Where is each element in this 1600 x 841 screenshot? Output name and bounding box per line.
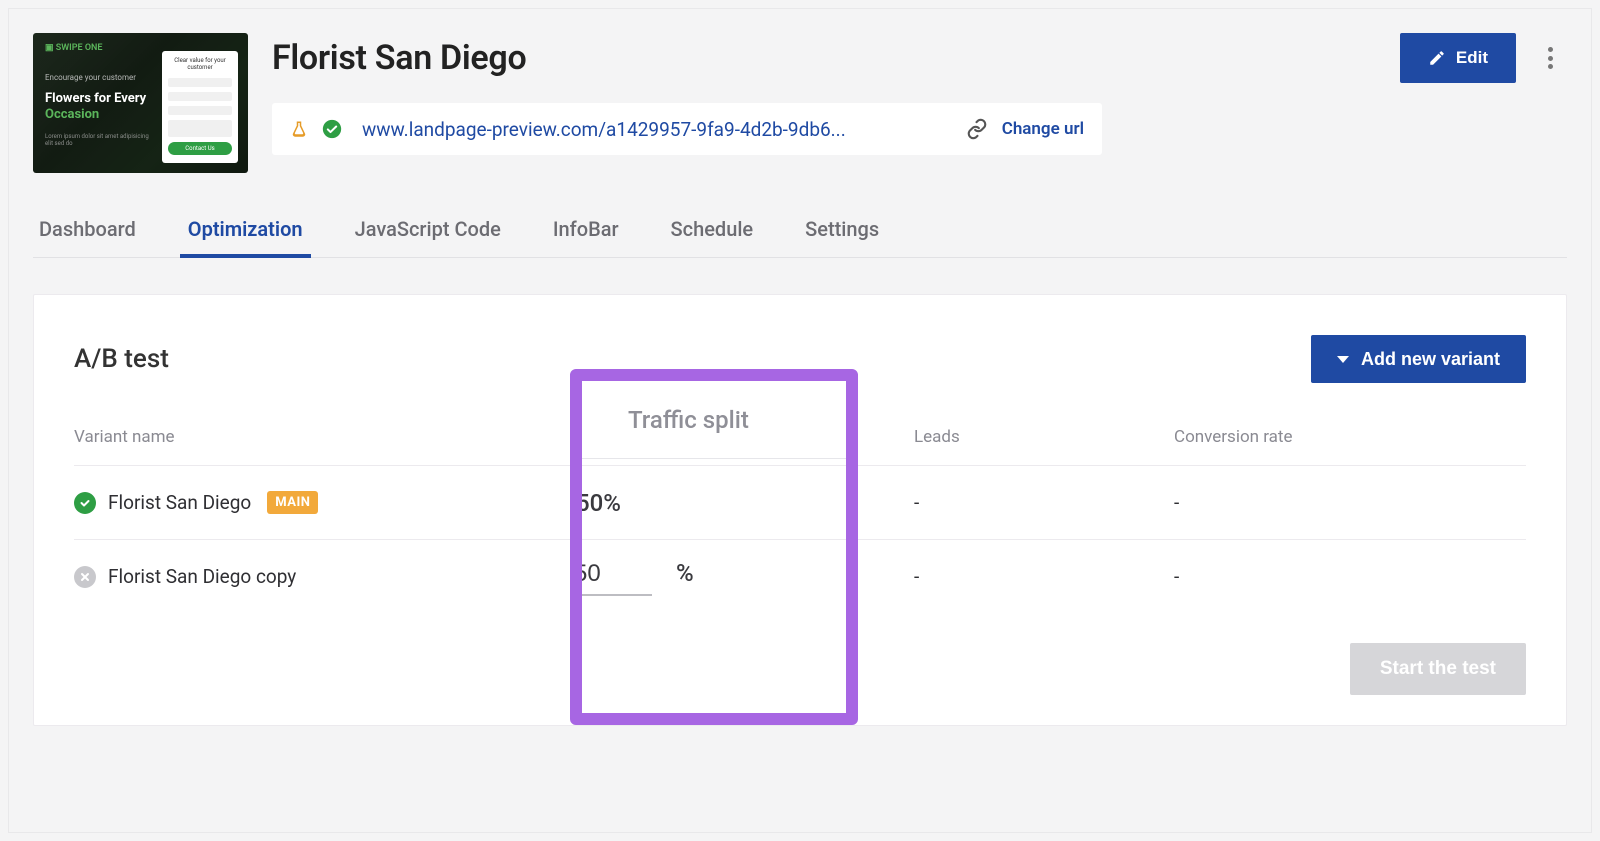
leads-value: - <box>914 491 1174 514</box>
thumb-logo: ▣ SWIPE ONE <box>45 43 102 53</box>
thumb-headline: Flowers for EveryOccasion <box>45 91 146 122</box>
table-header: Variant name Leads Conversion rate <box>74 427 1526 465</box>
start-test-button[interactable]: Start the test <box>1350 643 1526 695</box>
tab-schedule[interactable]: Schedule <box>669 205 756 257</box>
tab-javascript-code[interactable]: JavaScript Code <box>353 205 503 257</box>
panel-title: A/B test <box>74 344 169 374</box>
flask-icon <box>290 119 308 139</box>
col-variant-name: Variant name <box>74 427 514 447</box>
conversion-value: - <box>1174 491 1526 514</box>
table-row[interactable]: Florist San Diego MAIN 50% - - <box>74 465 1526 539</box>
pencil-icon <box>1428 49 1446 67</box>
page-thumbnail[interactable]: ▣ SWIPE ONE Encourage your customer Flow… <box>33 33 248 173</box>
col-conversion: Conversion rate <box>1174 427 1526 447</box>
tab-dashboard[interactable]: Dashboard <box>37 205 138 257</box>
col-leads: Leads <box>914 427 1174 447</box>
ab-test-panel: A/B test Add new variant Variant name Le… <box>33 294 1567 726</box>
tab-optimization[interactable]: Optimization <box>186 205 305 257</box>
table-row[interactable]: Florist San Diego copy % - - <box>74 539 1526 613</box>
page-title: Florist San Diego <box>272 38 526 78</box>
tab-settings[interactable]: Settings <box>803 205 881 257</box>
variant-name: Florist San Diego copy <box>108 565 296 588</box>
status-ok-icon <box>322 119 342 139</box>
edit-button[interactable]: Edit <box>1400 33 1516 83</box>
thumb-subheadline: Encourage your customer <box>45 73 136 82</box>
variant-name: Florist San Diego <box>108 491 251 514</box>
preview-url[interactable]: www.landpage-preview.com/a1429957-9fa9-4… <box>362 118 952 141</box>
change-url-link[interactable]: Change url <box>1002 119 1084 139</box>
conversion-value: - <box>1174 565 1526 588</box>
link-icon[interactable] <box>966 118 988 140</box>
more-menu-icon[interactable] <box>1534 43 1567 73</box>
traffic-split-input[interactable] <box>574 558 652 596</box>
percent-label: % <box>676 559 694 587</box>
caret-down-icon <box>1337 356 1349 363</box>
leads-value: - <box>914 565 1174 588</box>
traffic-split-value: 50% <box>514 489 621 517</box>
status-active-icon <box>74 492 96 514</box>
thumb-form-card: Clear value for your customer Contact Us <box>162 51 238 163</box>
url-bar: www.landpage-preview.com/a1429957-9fa9-4… <box>272 103 1102 155</box>
col-traffic-split <box>514 427 914 447</box>
status-inactive-icon <box>74 566 96 588</box>
tab-infobar[interactable]: InfoBar <box>551 205 621 257</box>
add-variant-button[interactable]: Add new variant <box>1311 335 1526 383</box>
thumb-desc: Lorem ipsum dolor sit amet adipisicing e… <box>45 133 155 147</box>
main-badge: MAIN <box>267 491 318 514</box>
tabs: Dashboard Optimization JavaScript Code I… <box>33 205 1567 258</box>
